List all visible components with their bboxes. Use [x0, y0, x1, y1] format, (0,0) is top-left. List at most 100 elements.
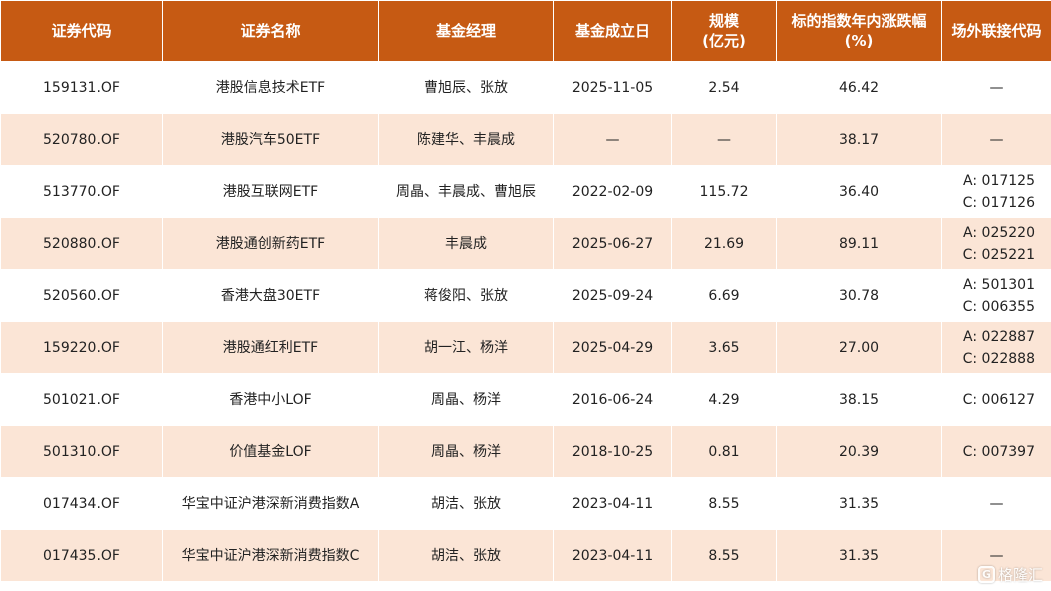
header-name: 证券名称 [162, 0, 379, 62]
cell-code: 520780.OF [0, 113, 163, 166]
header-change: 标的指数年内涨跌幅 (%) [776, 0, 942, 62]
cell-manager: 胡洁、张放 [378, 529, 554, 582]
cell-link: A: 025220 C: 025221 [941, 217, 1051, 270]
cell-manager: 蒋俊阳、张放 [378, 269, 554, 322]
cell-size: 21.69 [671, 217, 777, 270]
cell-manager: 曹旭辰、张放 [378, 61, 554, 114]
cell-name: 港股通创新药ETF [162, 217, 379, 270]
cell-inception: 2025-06-27 [553, 217, 672, 270]
header-inception: 基金成立日 [553, 0, 672, 62]
header-size-line1: 规模 [708, 12, 739, 30]
cell-manager: 周晶、丰晨成、曹旭辰 [378, 165, 554, 218]
cell-size: 115.72 [671, 165, 777, 218]
cell-code: 501021.OF [0, 373, 163, 426]
link-code: — [989, 79, 1004, 96]
watermark-text: 格隆汇 [997, 566, 1043, 584]
cell-change: 31.35 [776, 477, 942, 530]
table-row: 520560.OF 香港大盘30ETF 蒋俊阳、张放 2025-09-24 6.69 30… [0, 269, 1051, 322]
cell-manager: 丰晨成 [378, 217, 554, 270]
cell-code: 513770.OF [0, 165, 163, 218]
cell-manager: 陈建华、丰晨成 [378, 113, 554, 166]
watermark: G 格隆汇 [977, 564, 1043, 585]
cell-manager: 胡一江、杨洋 [378, 321, 554, 374]
fund-table: 证券代码 证券名称 基金经理 基金成立日 规模 (亿元) 标的指数年内涨跌幅 (… [0, 0, 1051, 582]
link-code: — [989, 495, 1004, 512]
table-row: 520880.OF 港股通创新药ETF 丰晨成 2025-06-27 21.69 89.1… [0, 217, 1051, 270]
header-change-line1: 标的指数年内涨跌幅 [791, 12, 927, 30]
cell-inception: 2022-02-09 [553, 165, 672, 218]
cell-name: 价值基金LOF [162, 425, 379, 478]
cell-size: 0.81 [671, 425, 777, 478]
cell-size: 3.65 [671, 321, 777, 374]
cell-code: 159220.OF [0, 321, 163, 374]
cell-code: 520560.OF [0, 269, 163, 322]
cell-change: 20.39 [776, 425, 942, 478]
header-size-line2: (亿元) [702, 32, 746, 50]
link-code: C: 025221 [962, 246, 1035, 263]
cell-inception: 2023-04-11 [553, 529, 672, 582]
cell-inception: 2023-04-11 [553, 477, 672, 530]
cell-inception: 2025-11-05 [553, 61, 672, 114]
cell-link: A: 017125 C: 017126 [941, 165, 1051, 218]
cell-code: 501310.OF [0, 425, 163, 478]
table-row: 520780.OF 港股汽车50ETF 陈建华、丰晨成 — —38.17— [0, 113, 1051, 166]
gelonghui-logo-icon: G [977, 566, 995, 583]
cell-link: A: 501301 C: 006355 [941, 269, 1051, 322]
cell-code: 017434.OF [0, 477, 163, 530]
cell-change: 38.17 [776, 113, 942, 166]
table-row: 159220.OF 港股通红利ETF 胡一江、杨洋 2025-04-29 3.65 27.… [0, 321, 1051, 374]
cell-name: 华宝中证沪港深新消费指数C [162, 529, 379, 582]
table-row: 017435.OF 华宝中证沪港深新消费指数C 胡洁、张放 2023-04-11 8.5… [0, 529, 1051, 582]
cell-link: A: 022887 C: 022888 [941, 321, 1051, 374]
cell-link: — [941, 477, 1051, 530]
cell-size: — [671, 113, 777, 166]
cell-inception: — [553, 113, 672, 166]
cell-inception: 2016-06-24 [553, 373, 672, 426]
link-code: A: 025220 [963, 224, 1035, 241]
cell-inception: 2018-10-25 [553, 425, 672, 478]
cell-name: 港股汽车50ETF [162, 113, 379, 166]
cell-manager: 周晶、杨洋 [378, 373, 554, 426]
cell-change: 31.35 [776, 529, 942, 582]
cell-link: C: 006127 [941, 373, 1051, 426]
link-code: A: 022887 [963, 328, 1035, 345]
cell-manager: 周晶、杨洋 [378, 425, 554, 478]
cell-name: 港股通红利ETF [162, 321, 379, 374]
cell-link: — [941, 113, 1051, 166]
table-row: 159131.OF 港股信息技术ETF 曹旭辰、张放 2025-11-05 2.54 46… [0, 61, 1051, 114]
cell-name: 香港大盘30ETF [162, 269, 379, 322]
link-code: C: 017126 [962, 194, 1035, 211]
cell-name: 香港中小LOF [162, 373, 379, 426]
cell-change: 36.40 [776, 165, 942, 218]
cell-size: 2.54 [671, 61, 777, 114]
cell-inception: 2025-09-24 [553, 269, 672, 322]
header-row: 证券代码 证券名称 基金经理 基金成立日 规模 (亿元) 标的指数年内涨跌幅 (… [0, 0, 1051, 62]
cell-change: 46.42 [776, 61, 942, 114]
cell-name: 华宝中证沪港深新消费指数A [162, 477, 379, 530]
table-body: 159131.OF 港股信息技术ETF 曹旭辰、张放 2025-11-05 2.54 46… [0, 61, 1051, 582]
table-row: 501310.OF 价值基金LOF 周晶、杨洋 2018-10-25 0.81 20.39… [0, 425, 1051, 478]
cell-size: 6.69 [671, 269, 777, 322]
cell-change: 38.15 [776, 373, 942, 426]
cell-change: 30.78 [776, 269, 942, 322]
link-code: C: 007397 [962, 443, 1035, 460]
link-code: A: 017125 [963, 172, 1035, 189]
cell-code: 520880.OF [0, 217, 163, 270]
cell-change: 27.00 [776, 321, 942, 374]
link-code: C: 022888 [962, 350, 1035, 367]
link-code: C: 006127 [962, 391, 1035, 408]
cell-size: 4.29 [671, 373, 777, 426]
table-row: 501021.OF 香港中小LOF 周晶、杨洋 2016-06-24 4.29 38.15… [0, 373, 1051, 426]
cell-size: 8.55 [671, 529, 777, 582]
link-code: C: 006355 [962, 298, 1035, 315]
cell-code: 017435.OF [0, 529, 163, 582]
header-manager: 基金经理 [378, 0, 554, 62]
cell-code: 159131.OF [0, 61, 163, 114]
header-change-line2: (%) [844, 32, 874, 50]
cell-name: 港股互联网ETF [162, 165, 379, 218]
cell-manager: 胡洁、张放 [378, 477, 554, 530]
link-code: A: 501301 [963, 276, 1035, 293]
cell-inception: 2025-04-29 [553, 321, 672, 374]
header-link: 场外联接代码 [941, 0, 1051, 62]
link-code: — [989, 547, 1004, 564]
